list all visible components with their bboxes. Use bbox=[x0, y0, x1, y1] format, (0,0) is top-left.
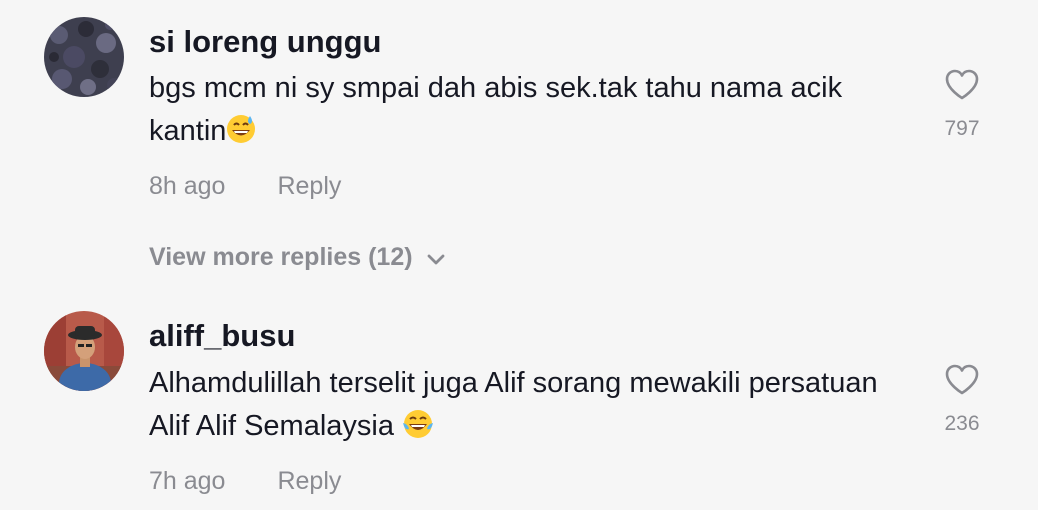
comment-meta: 8h ago Reply bbox=[149, 172, 341, 201]
view-more-replies-label: View more replies (12) bbox=[149, 243, 413, 271]
comment-meta: 7h ago Reply bbox=[149, 467, 341, 496]
avatar-image bbox=[44, 311, 124, 391]
comment-time: 7h ago bbox=[149, 467, 226, 495]
like-count: 797 bbox=[944, 117, 980, 140]
heart-icon[interactable] bbox=[944, 363, 980, 396]
reply-button[interactable]: Reply bbox=[277, 467, 341, 495]
like-count: 236 bbox=[944, 412, 980, 435]
avatar-image bbox=[44, 17, 124, 97]
like-area: 797 bbox=[934, 68, 990, 141]
chevron-down-icon bbox=[427, 244, 445, 273]
comment-username[interactable]: aliff_busu bbox=[149, 318, 295, 354]
comment-text-content: Alhamdulillah terselit juga Alif sorang … bbox=[149, 367, 878, 442]
comment-username[interactable]: si loreng unggu bbox=[149, 24, 382, 60]
like-area: 236 bbox=[934, 363, 990, 436]
reply-button[interactable]: Reply bbox=[277, 172, 341, 200]
grinning-sweat-icon bbox=[226, 114, 256, 157]
comment-text: bgs mcm ni sy smpai dah abis sek.tak tah… bbox=[149, 67, 919, 157]
avatar[interactable] bbox=[44, 311, 124, 391]
tears-of-joy-icon bbox=[402, 409, 434, 452]
view-more-replies-button[interactable]: View more replies (12) bbox=[149, 243, 445, 273]
comment-time: 8h ago bbox=[149, 172, 226, 200]
heart-icon[interactable] bbox=[944, 68, 980, 101]
avatar[interactable] bbox=[44, 17, 124, 97]
comment-text: Alhamdulillah terselit juga Alif sorang … bbox=[149, 362, 919, 452]
